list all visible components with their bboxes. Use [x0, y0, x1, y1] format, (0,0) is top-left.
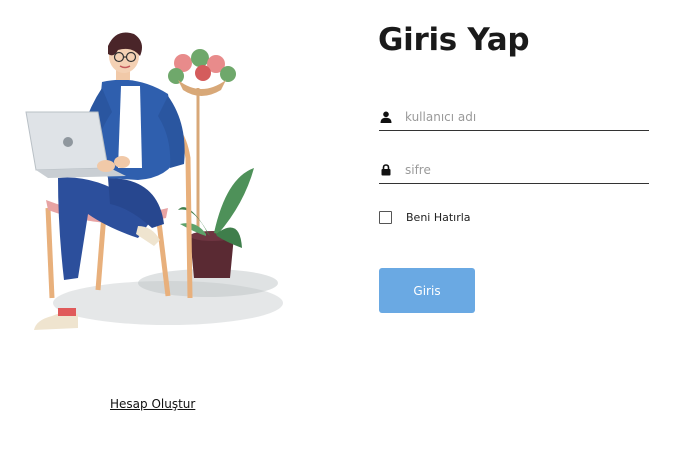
remember-me-label: Beni Hatırla: [406, 211, 471, 224]
lock-icon: [379, 163, 393, 177]
username-field: [379, 104, 649, 131]
create-account-link[interactable]: Hesap Oluştur: [110, 397, 195, 411]
username-input[interactable]: [405, 110, 635, 124]
login-button[interactable]: Giris: [379, 268, 475, 313]
person-with-laptop-illustration: [18, 28, 288, 338]
remember-me-checkbox[interactable]: [379, 211, 392, 224]
user-icon: [379, 110, 393, 124]
password-field: [379, 157, 649, 184]
password-input[interactable]: [405, 163, 635, 177]
page-title: Giris Yap: [378, 22, 530, 58]
login-page: Hesap Oluştur Giris Yap Beni Hatırla Gir…: [0, 0, 673, 452]
remember-me: Beni Hatırla: [379, 211, 471, 224]
